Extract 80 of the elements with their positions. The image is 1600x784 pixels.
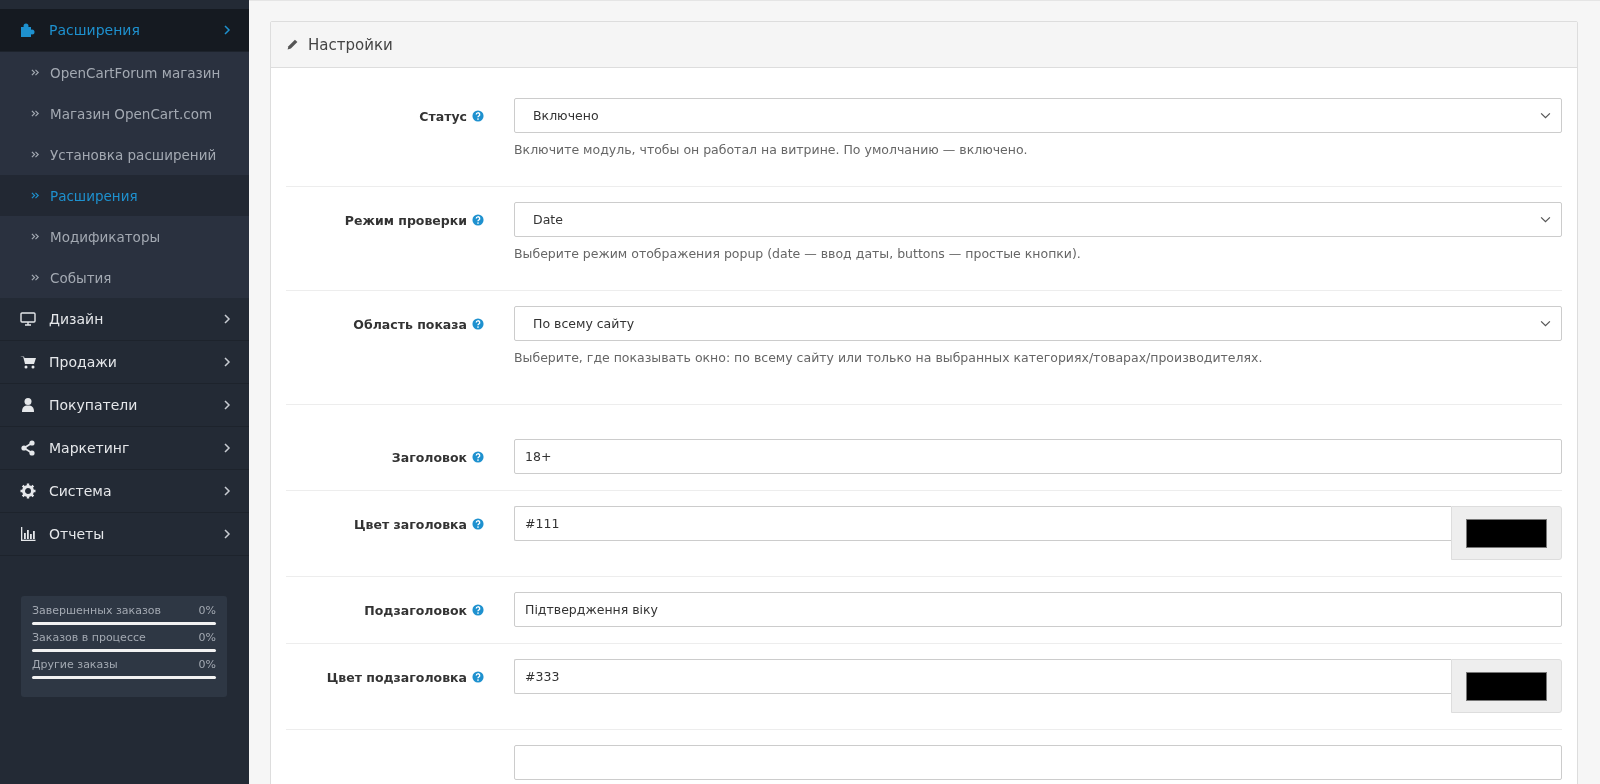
- help-icon[interactable]: [472, 318, 484, 330]
- field-label: Цвет заголовка: [354, 517, 467, 532]
- select-value: По всему сайту: [533, 316, 636, 331]
- select-field[interactable]: Date: [514, 202, 1562, 237]
- chevron-down-icon: [1540, 216, 1551, 223]
- input-field[interactable]: [514, 745, 1562, 780]
- input-field[interactable]: 18+: [514, 439, 1562, 474]
- color-picker-button[interactable]: [1451, 659, 1562, 713]
- nav-label: Покупатели: [49, 397, 139, 413]
- help-icon[interactable]: [472, 214, 484, 226]
- double-chevron-icon: [31, 68, 40, 77]
- chevron-right-icon: [223, 24, 231, 36]
- submenu-item[interactable]: Магазин OpenCart.com: [0, 93, 249, 134]
- field-label: Режим проверки: [344, 213, 467, 228]
- chevron-down-icon: [1540, 320, 1551, 327]
- nav-label: Расширения: [49, 22, 141, 38]
- help-text: Выберите режим отображения popup (date — ввод даты, buttons — простые кнопки).: [514, 246, 1082, 261]
- submenu-label: События: [50, 269, 112, 286]
- help-icon[interactable]: [472, 518, 484, 530]
- submenu-item[interactable]: OpenCartForum магазин: [0, 52, 249, 93]
- field-label: Цвет подзаголовка: [326, 670, 467, 685]
- field-label: Заголовок: [391, 450, 467, 465]
- color-picker-button[interactable]: [1451, 506, 1562, 560]
- chevron-right-icon: [223, 313, 231, 325]
- pencil-icon: [286, 38, 299, 51]
- stat-reading: 0%: [198, 658, 216, 671]
- nav-label: Маркетинг: [49, 440, 131, 456]
- select-field[interactable]: Включено: [514, 98, 1562, 133]
- nav-item[interactable]: Расширения: [0, 9, 249, 52]
- chevron-right-icon: [223, 356, 231, 368]
- double-chevron-icon: [31, 273, 40, 282]
- field-label: Подзаголовок: [364, 603, 467, 618]
- input-field[interactable]: #111: [514, 506, 1451, 541]
- field-label: Статус: [419, 109, 467, 124]
- help-text: Выберите, где показывать окно: по всему сайту или только на выбранных категориях/товарах/производителях.: [514, 350, 1264, 365]
- nav-label: Продажи: [49, 354, 118, 370]
- user-icon: [20, 397, 36, 413]
- double-chevron-icon: [31, 150, 40, 159]
- submenu-item[interactable]: События: [0, 257, 249, 298]
- chevron-down-icon: [1540, 112, 1551, 119]
- select-field[interactable]: По всему сайту: [514, 306, 1562, 341]
- gear-icon: [20, 483, 36, 499]
- nav-label: Отчеты: [49, 526, 106, 542]
- nav-label: Система: [49, 483, 113, 499]
- help-icon[interactable]: [472, 604, 484, 616]
- input-field[interactable]: #333: [514, 659, 1451, 694]
- chevron-right-icon: [223, 399, 231, 411]
- stat-label: Завершенных заказов: [32, 604, 161, 617]
- nav-label: Дизайн: [49, 311, 105, 327]
- select-value: Включено: [533, 108, 600, 123]
- stat-reading: 0%: [198, 631, 216, 644]
- chevron-right-icon: [223, 528, 231, 540]
- submenu-label: Установка расширений: [50, 146, 217, 163]
- puzzle-icon: [20, 22, 36, 38]
- input-field[interactable]: Підтвердження віку: [514, 592, 1562, 627]
- double-chevron-icon: [31, 109, 40, 118]
- submenu-label: Расширения: [50, 187, 138, 204]
- double-chevron-icon: [31, 191, 40, 200]
- submenu-item[interactable]: Установка расширений: [0, 134, 249, 175]
- stat-label: Заказов в процессе: [32, 631, 146, 644]
- select-value: Date: [533, 212, 564, 227]
- submenu-label: Модификаторы: [50, 228, 161, 245]
- stat-reading: 0%: [198, 604, 216, 617]
- stat-label: Другие заказы: [32, 658, 118, 671]
- submenu-item[interactable]: Модификаторы: [0, 216, 249, 257]
- help-icon[interactable]: [472, 451, 484, 463]
- bar-chart-icon: [20, 526, 36, 542]
- monitor-icon: [20, 311, 36, 327]
- help-icon[interactable]: [472, 671, 484, 683]
- share-icon: [20, 440, 36, 456]
- double-chevron-icon: [31, 232, 40, 241]
- submenu-label: OpenCartForum магазин: [50, 64, 221, 81]
- panel-title: Настройки: [308, 35, 393, 54]
- submenu-label: Магазин OpenCart.com: [50, 105, 213, 122]
- field-label: Область показа: [353, 317, 467, 332]
- help-icon[interactable]: [472, 110, 484, 122]
- help-text: Включите модуль, чтобы он работал на витрине. По умолчанию — включено.: [514, 142, 1029, 157]
- cart-icon: [20, 354, 36, 370]
- chevron-right-icon: [223, 485, 231, 497]
- chevron-right-icon: [223, 442, 231, 454]
